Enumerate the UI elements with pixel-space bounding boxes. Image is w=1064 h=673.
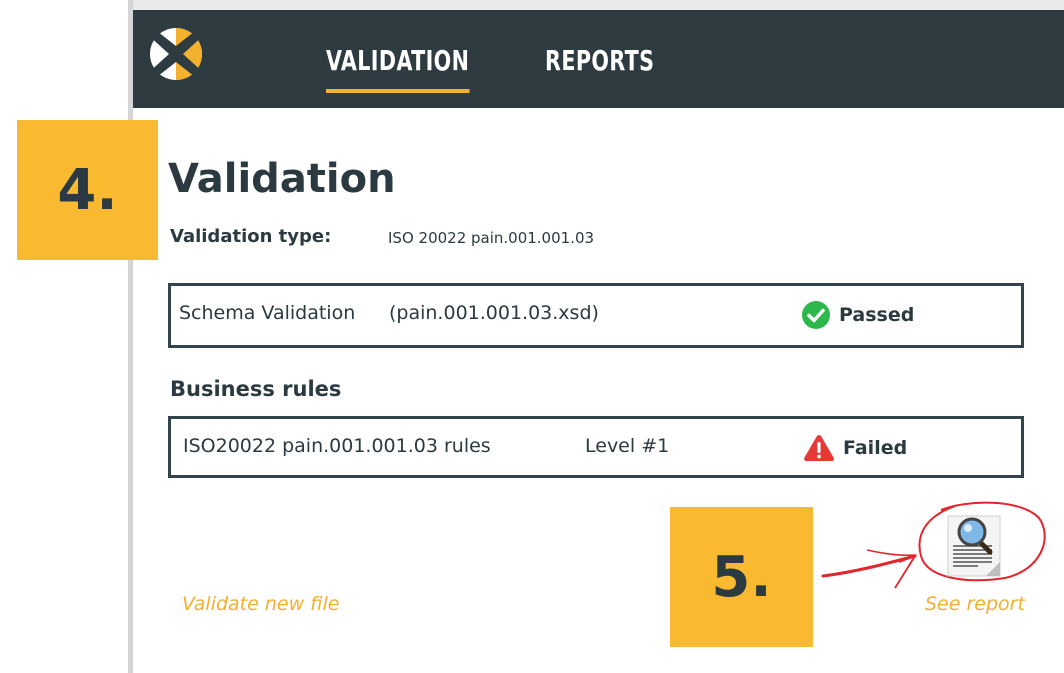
step-4-badge: 4. — [17, 120, 158, 260]
rules-status: Failed — [803, 433, 907, 463]
validation-type-value: ISO 20022 pain.001.001.03 — [388, 229, 595, 247]
rules-status-label: Failed — [843, 437, 908, 459]
tab-reports[interactable]: REPORTS — [545, 44, 654, 77]
business-rules-row: ISO20022 pain.001.001.03 rules Level #1 … — [168, 416, 1024, 478]
window-frame-top — [128, 0, 1064, 10]
document-magnifier-icon[interactable] — [942, 514, 1008, 578]
business-rules-heading: Business rules — [170, 377, 342, 401]
logo-icon[interactable] — [143, 24, 213, 84]
step-5-badge: 5. — [670, 507, 813, 647]
schema-validation-name: Schema Validation — [179, 302, 356, 324]
schema-file-name: (pain.001.001.03.xsd) — [389, 302, 599, 324]
rule-set-name: ISO20022 pain.001.001.03 rules — [183, 435, 491, 457]
validate-new-file-link[interactable]: Validate new file — [182, 593, 339, 615]
annotation-arrow-and-circle — [821, 501, 1046, 589]
schema-status: Passed — [801, 300, 914, 330]
top-navbar: VALIDATION REPORTS — [133, 10, 1064, 108]
check-circle-icon — [802, 301, 830, 329]
warning-triangle-icon — [804, 435, 834, 461]
tab-validation[interactable]: VALIDATION — [326, 44, 470, 93]
schema-validation-row: Schema Validation (pain.001.001.03.xsd) … — [168, 283, 1024, 348]
rule-level: Level #1 — [585, 435, 670, 457]
page-title: Validation — [168, 156, 396, 202]
validation-type-label: Validation type: — [170, 226, 332, 247]
schema-status-label: Passed — [839, 304, 915, 326]
see-report-link[interactable]: See report — [925, 593, 1025, 615]
